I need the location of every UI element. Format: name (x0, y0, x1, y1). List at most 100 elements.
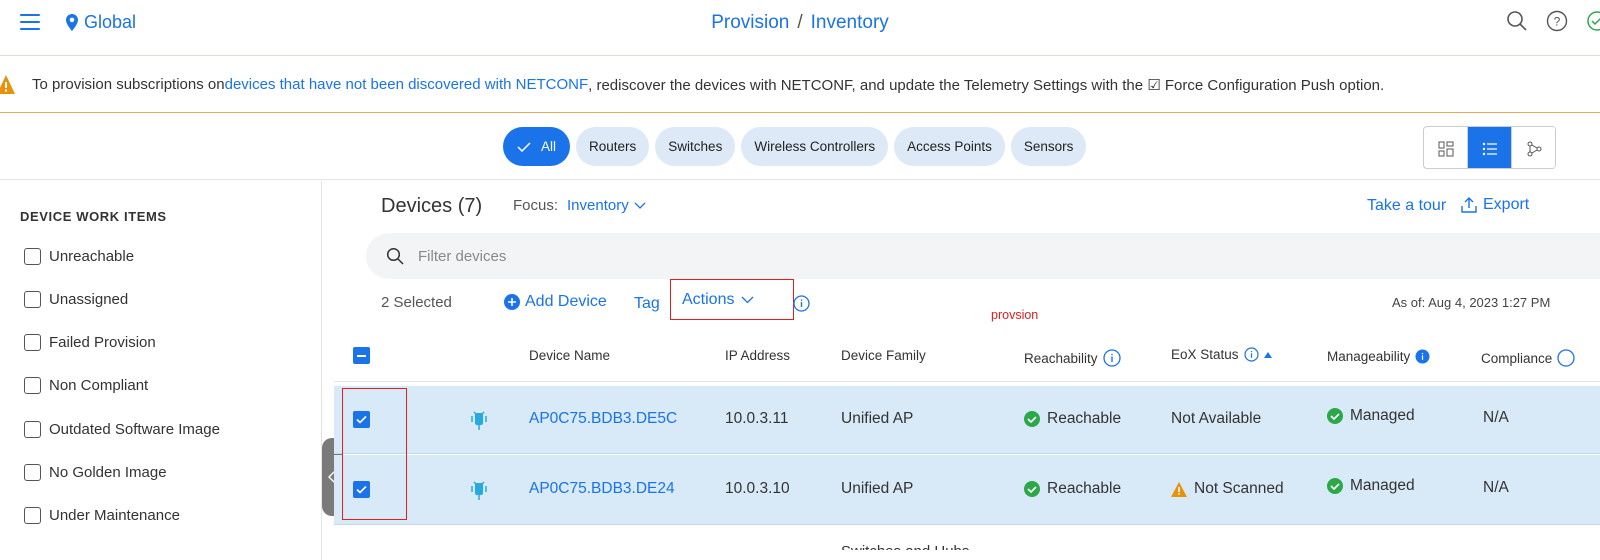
chip-all[interactable]: All (503, 127, 571, 166)
selected-count: 2 Selected (381, 294, 452, 311)
compliance-status: N/A (1483, 479, 1509, 496)
svg-text:?: ? (1554, 15, 1561, 29)
check-icon (517, 141, 531, 152)
device-work-items-sidebar: DEVICE WORK ITEMS Unreachable Unassigned… (0, 181, 322, 560)
access-point-icon (470, 409, 488, 431)
info-icon[interactable] (1557, 349, 1575, 367)
sort-up-icon[interactable] (1263, 351, 1272, 358)
devices-title: Devices (7) (381, 195, 483, 217)
as-of-timestamp: As of: Aug 4, 2023 1:27 PM (1392, 295, 1551, 310)
ip-address: 10.0.3.10 (725, 480, 790, 497)
device-type-filter-bar: All Routers Switches Wireless Controller… (0, 114, 1600, 180)
search-icon (386, 247, 404, 265)
checkbox[interactable] (24, 334, 41, 351)
export-button[interactable]: Export (1460, 196, 1529, 214)
chip-all-label: All (541, 139, 557, 154)
table-row[interactable]: AP0C75.BDB3.DE24 10.0.3.10 Unified AP Re… (334, 455, 1600, 525)
work-item-unassigned[interactable]: Unassigned (24, 291, 128, 308)
add-device-button[interactable]: Add Device (504, 293, 607, 311)
work-item-label: Under Maintenance (49, 507, 180, 524)
column-label: Device Family (841, 348, 926, 363)
column-eox-status[interactable]: EoX Status (1171, 347, 1272, 362)
device-name-link[interactable]: AP0C75.BDB3.DE24 (529, 480, 675, 498)
column-ip-address[interactable]: IP Address (725, 348, 790, 363)
topology-view-button[interactable] (1512, 127, 1556, 168)
cloud-icon[interactable] (1586, 10, 1600, 32)
reachable-check-icon (1024, 481, 1040, 497)
eox-status: Not Scanned (1171, 480, 1284, 498)
work-item-non-compliant[interactable]: Non Compliant (24, 377, 148, 394)
export-icon (1461, 197, 1477, 213)
manageability-label: Managed (1350, 477, 1415, 494)
filter-devices-input[interactable] (418, 247, 1518, 265)
banner-netconf-link[interactable]: devices that have not been discovered wi… (225, 76, 589, 93)
reachability-status: Reachable (1024, 410, 1121, 428)
chip-sensors[interactable]: Sensors (1010, 127, 1087, 166)
checkbox[interactable] (24, 464, 41, 481)
chevron-down-icon (742, 296, 754, 303)
work-item-unreachable[interactable]: Unreachable (24, 248, 134, 265)
search-icon[interactable] (1506, 10, 1528, 32)
ip-address: 10.0.3.11 (725, 410, 789, 427)
grid-view-icon (1438, 141, 1453, 156)
provision-warning-banner: To provision subscriptions on devices th… (0, 57, 1600, 113)
column-device-name[interactable]: Device Name (529, 348, 610, 363)
column-label: Reachability (1024, 350, 1098, 366)
column-compliance[interactable]: Compliance (1481, 349, 1575, 367)
checkbox[interactable] (24, 421, 41, 438)
actions-label: Actions (682, 290, 735, 308)
checkbox[interactable] (24, 248, 41, 265)
work-item-outdated-software-image[interactable]: Outdated Software Image (24, 421, 220, 438)
device-family: Unified AP (841, 480, 914, 497)
column-manageability[interactable]: Manageability (1327, 349, 1430, 364)
column-label: Manageability (1327, 349, 1411, 364)
work-item-no-golden-image[interactable]: No Golden Image (24, 464, 167, 481)
column-device-family[interactable]: Device Family (841, 348, 926, 363)
select-all-checkbox[interactable] (353, 347, 370, 364)
info-icon[interactable] (793, 295, 810, 312)
info-icon[interactable] (1243, 347, 1259, 362)
chip-access-points-label: Access Points (907, 139, 992, 154)
take-a-tour-link[interactable]: Take a tour (1367, 197, 1446, 215)
banner-text-after: , rediscover the devices with NETCONF, a… (588, 76, 1385, 94)
work-items-title: DEVICE WORK ITEMS (20, 209, 167, 224)
column-reachability[interactable]: Reachability (1024, 349, 1121, 367)
focus-value-label: Inventory (567, 197, 629, 214)
grid-view-button[interactable] (1424, 127, 1468, 168)
table-row[interactable]: AP0C75.BDB3.DE5C 10.0.3.11 Unified AP Re… (334, 386, 1600, 454)
eox-status: Not Available (1171, 410, 1262, 427)
focus-value[interactable]: Inventory (567, 197, 646, 214)
device-name-link[interactable]: AP0C75.BDB3.DE5C (529, 410, 677, 428)
chip-wireless-controllers-label: Wireless Controllers (754, 139, 876, 154)
checkbox[interactable] (24, 377, 41, 394)
focus-selector[interactable]: Focus: Inventory (513, 197, 646, 214)
view-switcher (1423, 126, 1556, 169)
access-point-icon (470, 479, 488, 501)
work-item-under-maintenance[interactable]: Under Maintenance (24, 507, 180, 524)
help-icon[interactable]: ? (1546, 10, 1568, 32)
reachable-check-icon (1024, 411, 1040, 427)
annotation-highlight-box (342, 388, 407, 520)
info-icon[interactable] (1102, 349, 1121, 367)
actions-dropdown[interactable]: Actions (670, 279, 794, 320)
list-view-button[interactable] (1468, 127, 1512, 168)
chip-routers[interactable]: Routers (576, 127, 650, 166)
breadcrumb-provision[interactable]: Provision (711, 12, 789, 33)
info-icon[interactable] (1415, 349, 1430, 364)
chip-access-points[interactable]: Access Points (894, 127, 1005, 166)
work-item-failed-provision[interactable]: Failed Provision (24, 334, 156, 351)
chip-routers-label: Routers (589, 139, 637, 154)
checkbox[interactable] (24, 507, 41, 524)
column-label: EoX Status (1171, 347, 1239, 362)
device-table-header: Device Name IP Address Device Family Rea… (334, 334, 1600, 382)
chip-wireless-controllers[interactable]: Wireless Controllers (741, 127, 889, 166)
annotation-text: provsion (991, 308, 1039, 322)
chip-sensors-label: Sensors (1023, 139, 1074, 154)
tag-button[interactable]: Tag (634, 295, 660, 313)
filter-devices-search (366, 233, 1600, 279)
work-item-label: Unassigned (49, 291, 129, 308)
manageability-label: Managed (1350, 407, 1415, 424)
checkbox[interactable] (24, 291, 41, 308)
column-label: Compliance (1481, 350, 1553, 366)
chip-switches[interactable]: Switches (655, 127, 736, 166)
